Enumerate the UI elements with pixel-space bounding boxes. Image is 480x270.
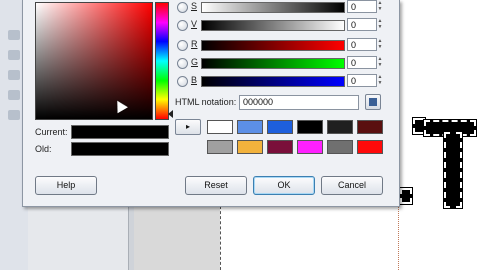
ok-button[interactable]: OK: [253, 176, 315, 195]
radio-v[interactable]: [177, 20, 188, 31]
slider-g-track[interactable]: [201, 58, 345, 69]
slider-b: B 0 ▲ ▼: [173, 74, 383, 88]
saturation-value-field[interactable]: [35, 2, 153, 120]
history-color-chip[interactable]: [297, 140, 323, 154]
history-color-chip[interactable]: [207, 140, 233, 154]
spin-arrows-icon[interactable]: ▲ ▼: [377, 56, 383, 69]
old-swatch: [71, 142, 169, 156]
history-color-chip[interactable]: [327, 120, 353, 134]
slider-s-track[interactable]: [201, 2, 345, 13]
slider-b-label: B: [191, 75, 198, 85]
history-color-chip[interactable]: [237, 140, 263, 154]
slider-g: G 0 ▲ ▼: [173, 56, 383, 70]
spin-arrows-icon[interactable]: ▲ ▼: [377, 0, 383, 13]
tool-icon[interactable]: [8, 90, 20, 100]
slider-v-track[interactable]: [201, 20, 345, 31]
history-color-chip[interactable]: [327, 140, 353, 154]
help-button[interactable]: Help: [35, 176, 97, 195]
slider-s-label: S: [191, 1, 198, 11]
slider-b-value-input[interactable]: 0: [347, 74, 377, 87]
eyedropper-icon: [369, 98, 377, 106]
canvas-shape: [399, 187, 413, 205]
spin-arrows-icon[interactable]: ▲ ▼: [377, 18, 383, 31]
history-color-chip[interactable]: [357, 120, 383, 134]
slider-v-label: V: [191, 19, 198, 29]
radio-g[interactable]: [177, 58, 188, 69]
color-chooser-dialog: Current: Old: S 0 ▲ ▼ V 0 ▲ ▼ R 0 ▲ ▼ G 0 ▲…: [22, 0, 400, 207]
radio-s[interactable]: [177, 2, 188, 13]
tool-icon[interactable]: [8, 30, 20, 40]
old-label: Old:: [35, 144, 52, 154]
radio-r[interactable]: [177, 40, 188, 51]
canvas-area[interactable]: [220, 206, 480, 270]
spin-arrows-icon[interactable]: ▲ ▼: [377, 38, 383, 51]
current-swatch: [71, 125, 169, 139]
slider-r-label: R: [191, 39, 198, 49]
slider-g-label: G: [191, 57, 199, 67]
tool-icon[interactable]: [8, 50, 20, 60]
history-color-chip[interactable]: [267, 140, 293, 154]
tool-icon[interactable]: [8, 110, 20, 120]
bottom-left-panel: [28, 206, 128, 270]
slider-s-value-input[interactable]: 0: [347, 0, 377, 13]
slider-v-value-input[interactable]: 0: [347, 18, 377, 31]
current-label: Current:: [35, 127, 68, 137]
canvas-area-right[interactable]: [398, 0, 480, 206]
history-color-chip[interactable]: [237, 120, 263, 134]
slider-r: R 0 ▲ ▼: [173, 38, 383, 52]
history-arrow-button[interactable]: ▸: [175, 119, 201, 135]
tool-icon[interactable]: [8, 70, 20, 80]
slider-r-track[interactable]: [201, 40, 345, 51]
hue-marker-icon[interactable]: [168, 110, 173, 118]
slider-r-value-input[interactable]: 0: [347, 38, 377, 51]
html-notation-label: HTML notation:: [175, 97, 237, 107]
history-color-chip[interactable]: [267, 120, 293, 134]
color-picker-button[interactable]: [365, 94, 381, 110]
reset-button[interactable]: Reset: [185, 176, 247, 195]
slider-b-track[interactable]: [201, 76, 345, 87]
radio-b[interactable]: [177, 76, 188, 87]
canvas-shape: [443, 131, 463, 209]
html-notation-input[interactable]: 000000: [239, 95, 359, 110]
history-color-chip[interactable]: [357, 140, 383, 154]
slider-v: V 0 ▲ ▼: [173, 18, 383, 32]
slider-g-value-input[interactable]: 0: [347, 56, 377, 69]
canvas-margin: [134, 206, 220, 270]
hue-slider[interactable]: [155, 2, 169, 120]
slider-s: S 0 ▲ ▼: [173, 0, 383, 14]
cancel-button[interactable]: Cancel: [321, 176, 383, 195]
spin-arrows-icon[interactable]: ▲ ▼: [377, 74, 383, 87]
history-color-chip[interactable]: [297, 120, 323, 134]
history-color-chip[interactable]: [207, 120, 233, 134]
